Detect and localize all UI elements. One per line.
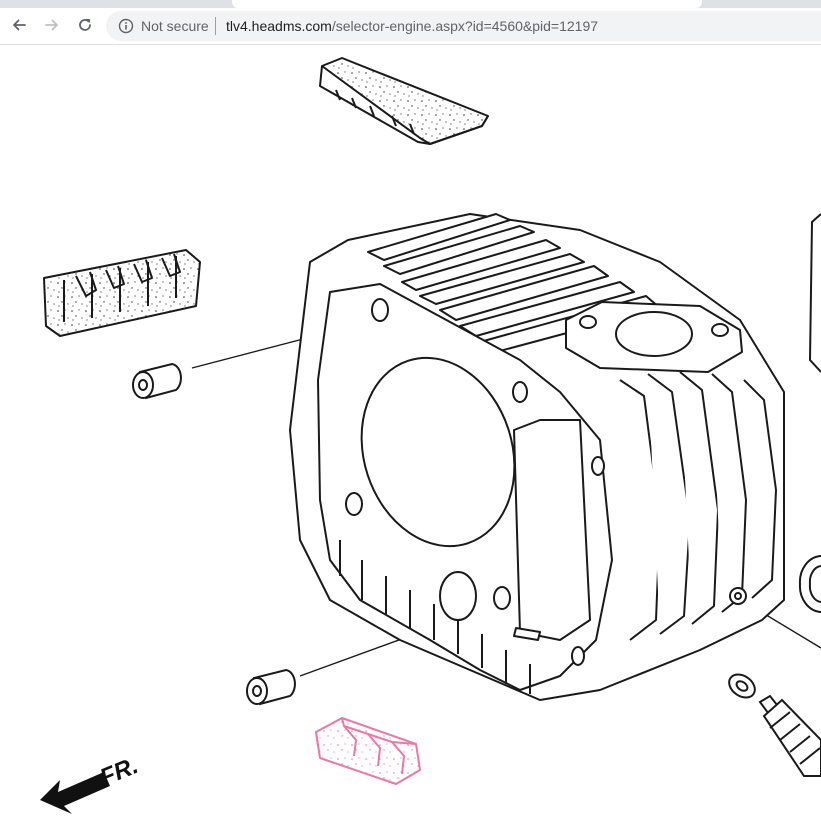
address-bar[interactable]: Not secure tlv4.headms.com/selector-engi… [106, 11, 821, 41]
selected-damper-rubber[interactable] [315, 717, 421, 785]
left-damper-rubber[interactable] [43, 249, 201, 337]
right-cover-fragment[interactable] [798, 213, 821, 613]
front-direction-arrow-icon: FR. [40, 752, 142, 814]
reload-button[interactable] [71, 11, 99, 39]
top-damper-rubber[interactable] [319, 57, 489, 145]
security-status-text[interactable]: Not secure [141, 18, 209, 34]
url-text[interactable]: tlv4.headms.com/selector-engine.aspx?id=… [226, 18, 598, 34]
tab-strip [0, 0, 821, 8]
reload-icon [79, 18, 91, 31]
url-path: /selector-engine.aspx?id=4560&pid=12197 [331, 18, 599, 34]
info-icon[interactable] [118, 18, 134, 34]
sealing-washer[interactable] [725, 670, 759, 702]
page-content: FR. [0, 45, 821, 821]
dowel-pin-upper[interactable] [132, 362, 182, 400]
browser-toolbar: Not secure tlv4.headms.com/selector-engi… [0, 8, 821, 45]
dowel-pin-lower[interactable] [246, 668, 296, 706]
stud-bolt[interactable] [758, 694, 821, 777]
url-host: tlv4.headms.com [226, 18, 332, 34]
engine-cylinder[interactable] [289, 213, 785, 701]
back-button[interactable] [5, 11, 33, 39]
address-separator [215, 17, 216, 35]
parts-diagram: FR. [40, 57, 821, 814]
arrow-left-icon [13, 19, 26, 31]
arrow-right-icon [45, 19, 58, 31]
forward-button[interactable] [38, 11, 66, 39]
front-direction-label: FR. [96, 752, 142, 792]
active-tab[interactable] [232, 0, 702, 8]
